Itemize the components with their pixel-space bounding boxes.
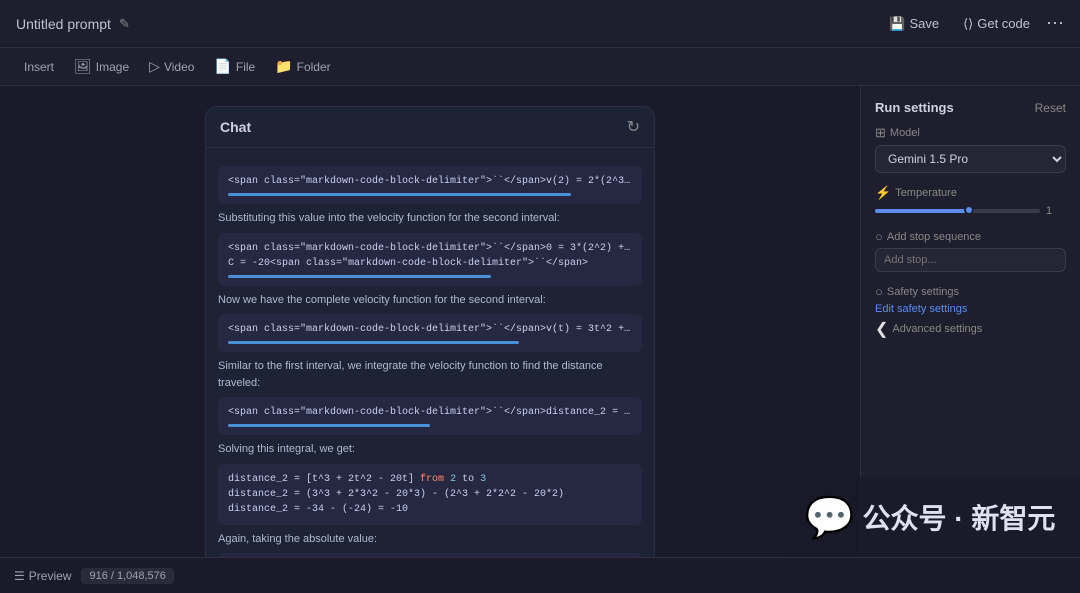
toolbar: Insert 🖼 Image ▷ Video 📄 File 📁 Folder (0, 48, 1080, 86)
add-stop-label: ○ Add stop sequence (875, 229, 1066, 244)
insert-button[interactable]: Insert (16, 57, 62, 77)
code-block-1: <span class="markdown-code-block-delimit… (218, 166, 642, 204)
safety-icon: ○ (875, 284, 883, 299)
wechat-icon: 💬 (805, 494, 855, 541)
code-block-4: <span class="markdown-code-block-delimit… (218, 397, 642, 435)
reset-button[interactable]: Reset (1035, 101, 1066, 115)
prose-text-2: Now we have the complete velocity functi… (218, 292, 642, 309)
get-code-button[interactable]: ⟨⟩ Get code (963, 16, 1030, 32)
advanced-settings-label: Advanced settings (892, 323, 982, 335)
advanced-settings-row[interactable]: ❮ Advanced settings (875, 319, 1066, 339)
video-button[interactable]: ▷ Video (141, 55, 202, 78)
video-icon: ▷ (149, 58, 160, 75)
chat-messages[interactable]: <span class="markdown-code-block-delimit… (206, 148, 654, 557)
code-block-5: distance_2 = [t^3 + 2t^2 - 20t] from 2 t… (218, 464, 642, 525)
top-bar: Untitled prompt ✎ 💾 Save ⟨⟩ Get code ⋯ (0, 0, 1080, 48)
prose-text-5: Again, taking the absolute value: (218, 531, 642, 548)
add-stop-section: ○ Add stop sequence (875, 229, 1066, 272)
file-icon: 📄 (214, 58, 231, 75)
chat-title: Chat (220, 119, 251, 135)
temperature-value: 1 (1046, 205, 1066, 217)
chat-container: Chat ↻ <span class="markdown-code-block-… (0, 86, 860, 557)
watermark-text: 公众号 · 新智元 (862, 497, 1055, 537)
image-icon: 🖼 (74, 58, 92, 75)
temperature-label: ⚡ Temperature (875, 185, 1066, 201)
folder-button[interactable]: 📁 Folder (267, 55, 338, 78)
page-title: Untitled prompt (16, 16, 111, 32)
top-bar-right: 💾 Save ⟨⟩ Get code ⋯ (881, 12, 1064, 36)
prose-text-1: Substituting this value into the velocit… (218, 210, 642, 227)
bottom-bar: ☰ Preview 916 / 1,048,576 (0, 557, 1080, 593)
temperature-slider-fill (875, 209, 974, 213)
prose-text-3: Similar to the first interval, we integr… (218, 358, 642, 391)
token-count: 916 / 1,048,576 (81, 568, 173, 584)
add-stop-icon: ○ (875, 229, 883, 244)
add-stop-input[interactable] (875, 248, 1066, 272)
code-icon: ⟨⟩ (963, 16, 973, 32)
refresh-icon[interactable]: ↻ (627, 117, 640, 137)
code-block-3: <span class="markdown-code-block-delimit… (218, 314, 642, 352)
file-button[interactable]: 📄 File (206, 55, 263, 78)
safety-settings-label: ○ Safety settings (875, 284, 1066, 299)
preview-button[interactable]: ☰ Preview (14, 569, 71, 583)
top-bar-left: Untitled prompt ✎ (16, 16, 130, 32)
save-icon: 💾 (889, 16, 905, 32)
edit-safety-link[interactable]: Edit safety settings (875, 303, 1066, 315)
code-block-2: <span class="markdown-code-block-delimit… (218, 233, 642, 286)
save-button[interactable]: 💾 Save (881, 12, 947, 36)
folder-icon: 📁 (275, 58, 292, 75)
prose-text-4: Solving this integral, we get: (218, 441, 642, 458)
temperature-slider-thumb (964, 205, 974, 215)
more-options-button[interactable]: ⋯ (1046, 13, 1064, 34)
chat-header: Chat ↻ (206, 107, 654, 148)
edit-title-icon[interactable]: ✎ (119, 16, 130, 32)
model-select[interactable]: Gemini 1.5 Pro Gemini 1.5 Flash Gemini 2… (875, 145, 1066, 173)
model-icon: ⊞ (875, 125, 886, 141)
run-settings-title: Run settings (875, 100, 954, 115)
sidebar-header: Run settings Reset (875, 100, 1066, 115)
model-label: ⊞ Model (875, 125, 1066, 141)
temperature-slider-track[interactable] (875, 209, 1040, 213)
watermark: 💬 公众号 · 新智元 (780, 477, 1080, 557)
temperature-slider-row: 1 (875, 205, 1066, 217)
temperature-icon: ⚡ (875, 185, 891, 201)
temperature-section: ⚡ Temperature 1 (875, 185, 1066, 217)
preview-icon: ☰ (14, 569, 25, 583)
chat-panel: Chat ↻ <span class="markdown-code-block-… (205, 106, 655, 557)
image-button[interactable]: 🖼 Image (66, 55, 137, 78)
chevron-down-icon: ❮ (875, 319, 888, 339)
